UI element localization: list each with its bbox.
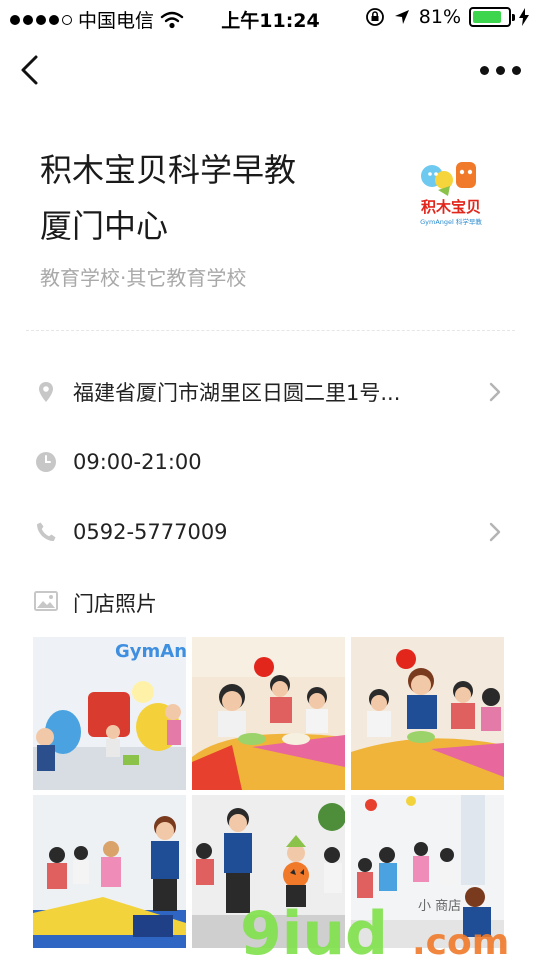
store-photo[interactable] [33,795,186,948]
ellipsis-icon[interactable] [480,60,521,80]
clock-icon [36,452,56,472]
battery-level-fill [473,11,501,23]
charging-bolt-icon [519,8,529,26]
photo-sign-text: GymAng [115,641,186,662]
store-photo[interactable] [351,637,504,790]
store-photo[interactable] [351,795,504,948]
chevron-right-icon [489,522,501,542]
phone-icon [37,522,56,541]
logo-subtext: GymAngel 科学早教 [420,217,482,226]
status-bar: 中国电信 上午11:24 81% [0,0,541,36]
store-photo[interactable] [192,637,345,790]
brand-logo: 积木宝贝 GymAngel 科学早教 [420,162,482,226]
address-text: 福建省厦门市湖里区日圆二里1号... [73,381,401,405]
store-photo[interactable]: GymAng [33,637,186,790]
photo-grid: GymAng [33,637,504,948]
logo-text: 积木宝贝 [421,198,481,216]
battery-icon [469,7,515,27]
chevron-right-icon [489,382,501,402]
page-title: 积木宝贝科学早教 厦门中心 [40,142,360,254]
title-line-2: 厦门中心 [40,207,169,245]
section-divider [26,330,515,331]
store-photo[interactable] [192,795,345,948]
battery-percent: 81% [418,6,461,28]
hours-text: 09:00-21:00 [73,450,202,474]
phone-row[interactable]: 0592-5777009 [0,507,541,557]
location-pin-icon [39,382,53,402]
store-category: 教育学校·其它教育学校 [40,266,247,290]
address-row[interactable]: 福建省厦门市湖里区日圆二里1号... [0,367,541,417]
hours-row: 09:00-21:00 [0,437,541,487]
nav-bar [0,40,541,100]
status-right: 81% [365,6,529,28]
store-photos-label: 门店照片 [73,592,157,616]
chevron-left-icon[interactable] [14,52,50,88]
image-icon [34,591,58,611]
phone-text: 0592-5777009 [73,520,228,544]
location-arrow-icon [394,10,409,24]
title-line-1: 积木宝贝科学早教 [40,151,297,189]
rotation-lock-icon [365,8,384,26]
